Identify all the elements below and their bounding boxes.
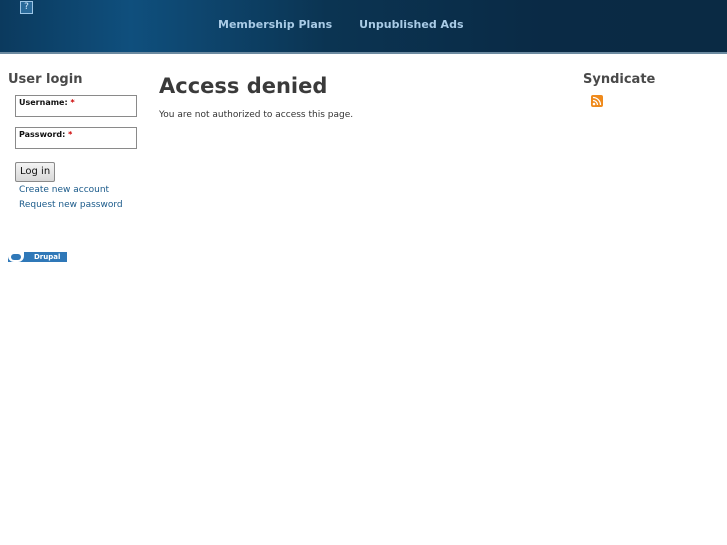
username-field[interactable]: Username: * — [15, 95, 137, 117]
site-header: ? Membership Plans Unpublished Ads — [0, 0, 727, 54]
login-links: Create new account Request new password — [19, 183, 148, 213]
username-label: Username: * — [19, 98, 75, 107]
drupal-drop-icon — [8, 252, 24, 262]
powered-by-drupal-badge[interactable]: Drupal — [8, 252, 67, 262]
required-mark: * — [70, 98, 75, 107]
user-login-block: User login Username: * Password: * Log i… — [8, 72, 148, 213]
required-mark: * — [68, 130, 73, 139]
nav-link-unpublished-ads[interactable]: Unpublished Ads — [359, 18, 463, 31]
site-logo-icon[interactable]: ? — [20, 1, 33, 14]
powered-by-text: Drupal — [34, 253, 61, 261]
password-label: Password: * — [19, 130, 73, 139]
main-content: Access denied You are not authorized to … — [159, 74, 559, 120]
access-denied-message: You are not authorized to access this pa… — [159, 110, 354, 120]
syndicate-block: Syndicate — [583, 72, 713, 107]
nav-link-membership-plans[interactable]: Membership Plans — [218, 18, 332, 31]
primary-nav: Membership Plans Unpublished Ads — [218, 18, 464, 31]
page-title: Access denied — [159, 74, 328, 98]
create-account-link[interactable]: Create new account — [19, 183, 148, 198]
syndicate-title: Syndicate — [583, 72, 656, 87]
user-login-title: User login — [8, 72, 83, 87]
login-button[interactable]: Log in — [15, 161, 56, 182]
password-field[interactable]: Password: * — [15, 127, 137, 149]
rss-feed-icon[interactable] — [591, 95, 603, 107]
request-password-link[interactable]: Request new password — [19, 198, 148, 213]
